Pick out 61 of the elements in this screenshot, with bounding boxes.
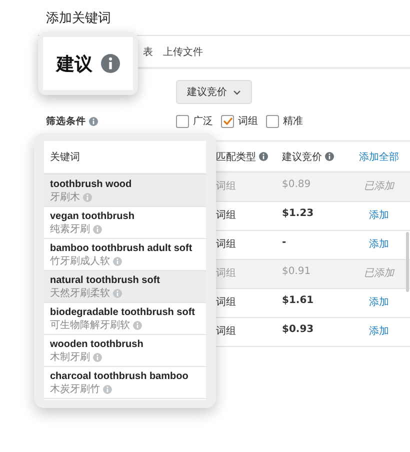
info-icon — [113, 288, 122, 298]
table-cell: - — [282, 237, 286, 248]
add-link[interactable]: 添加 — [369, 326, 389, 337]
checkbox-label: 词组 — [238, 115, 258, 128]
info-icon — [325, 152, 334, 161]
bid-dropdown[interactable]: 建议竞价 — [176, 80, 252, 104]
keyword: charcoal toothbrush bamboo — [50, 371, 190, 382]
tab[interactable]: 上传文件 — [163, 44, 203, 58]
table-cell: $1.61 — [282, 295, 314, 306]
table-cell: $0.93 — [282, 324, 314, 335]
checkbox[interactable] — [266, 114, 279, 128]
checkbox-label: 精准 — [283, 114, 303, 128]
table-cell-text: 词组 — [216, 267, 236, 280]
added-status: 已添加 — [364, 181, 394, 192]
translation: 牙刷木 — [50, 190, 80, 204]
translation: 木制牙刷 — [50, 350, 90, 364]
translation: 木炭牙刷竹 — [50, 382, 100, 396]
table-cell-text: 词组 — [216, 325, 236, 338]
added-status: 已添加 — [364, 268, 394, 279]
checkbox-label: 广泛 — [193, 114, 213, 128]
add-all-link[interactable]: 添加全部 — [359, 152, 399, 162]
table-cell-text: 词组 — [216, 238, 236, 251]
checkbox[interactable] — [221, 114, 234, 128]
table-cell-text: 词组 — [216, 209, 236, 222]
info-icon — [103, 384, 112, 394]
info-icon — [259, 152, 268, 161]
keyword: natural toothbrush soft — [50, 275, 161, 286]
keyword: biodegradable toothbrush soft — [50, 307, 196, 318]
info-icon — [83, 192, 92, 202]
page-title: 添加关键词 — [46, 10, 111, 27]
add-link[interactable]: 添加 — [369, 297, 389, 308]
tab[interactable]: 建议 — [56, 52, 92, 76]
translation: 竹牙刷成人软 — [50, 254, 110, 268]
info-icon — [93, 224, 102, 234]
info-icon — [89, 116, 98, 126]
column-header: 关键词 — [50, 150, 80, 164]
table-cell-text: 词组 — [216, 296, 236, 309]
keyword: toothbrush wood — [50, 179, 133, 190]
table-cell: $1.23 — [282, 208, 314, 219]
table-cell-text: 词组 — [216, 180, 236, 193]
keyword: bamboo toothbrush adult soft — [50, 243, 194, 254]
caret-icon — [233, 90, 241, 94]
filter-label: 筛选条件 — [46, 114, 86, 128]
column-header: 匹配类型 — [216, 150, 256, 164]
table-cell: $0.91 — [282, 266, 311, 277]
scrollbar[interactable] — [406, 232, 409, 292]
translation: 纯素牙刷 — [50, 222, 90, 236]
column-header: 建议竞价 — [282, 150, 322, 164]
add-link[interactable]: 添加 — [369, 239, 389, 250]
keyword: vegan toothbrush — [50, 211, 136, 222]
info-icon — [113, 256, 122, 266]
info-icon — [133, 320, 142, 330]
info-icon — [100, 54, 120, 73]
keyword: wooden toothbrush — [50, 339, 144, 350]
translation: 天然牙刷柔软 — [50, 286, 110, 300]
checkbox[interactable] — [176, 114, 189, 128]
info-icon — [93, 352, 102, 362]
translation: 可生物降解牙刷软 — [50, 318, 130, 332]
table-cell: $0.89 — [282, 179, 311, 190]
tab[interactable]: 表 — [143, 44, 153, 58]
add-link[interactable]: 添加 — [369, 210, 389, 221]
